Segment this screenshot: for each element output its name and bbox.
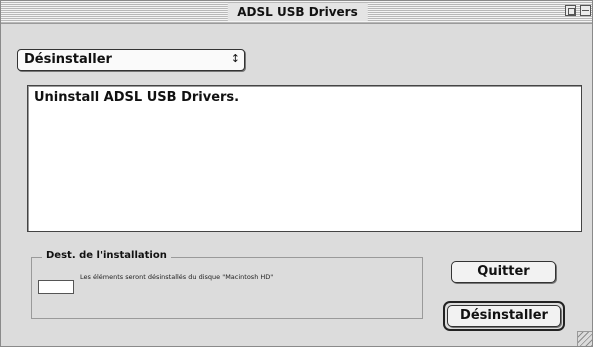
destination-legend: Dest. de l'installation (42, 250, 171, 261)
installer-window: ADSL USB Drivers Désinstaller ↕ Uninstal… (0, 0, 593, 347)
destination-message: Les éléments seront désinstallés du disq… (80, 273, 274, 281)
disk-selector[interactable] (38, 280, 74, 294)
zoom-box-icon[interactable] (565, 5, 576, 16)
quit-button[interactable]: Quitter (451, 261, 556, 283)
window-title: ADSL USB Drivers (227, 3, 368, 21)
destination-group: Dest. de l'installation Les éléments ser… (31, 250, 423, 319)
collapse-box-icon[interactable] (580, 5, 591, 16)
description-text: Uninstall ADSL USB Drivers. (34, 90, 240, 105)
install-mode-selected: Désinstaller (24, 52, 112, 67)
install-mode-popup[interactable]: Désinstaller ↕ (17, 49, 245, 71)
popup-arrows-icon: ↕ (230, 52, 240, 65)
description-area: Uninstall ADSL USB Drivers. (27, 85, 582, 232)
uninstall-button[interactable]: Désinstaller (447, 305, 561, 327)
resize-grip-icon[interactable] (577, 331, 592, 346)
title-bar[interactable]: ADSL USB Drivers (1, 1, 592, 24)
